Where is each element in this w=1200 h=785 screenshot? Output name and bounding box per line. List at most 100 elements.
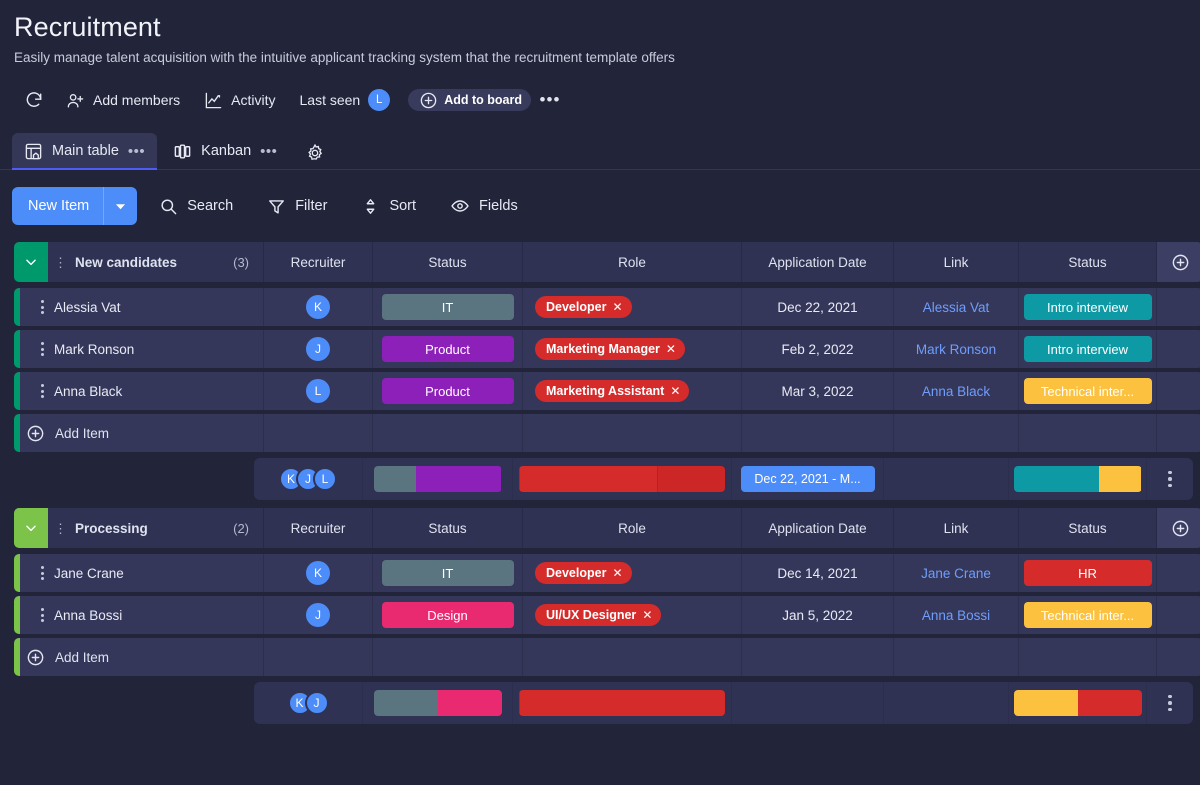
cell-application-date[interactable]: Dec 22, 2021 xyxy=(742,288,894,326)
cell-item-name[interactable]: Jane Crane xyxy=(20,554,264,592)
cell-status-2[interactable]: Technical inter... xyxy=(1019,372,1157,410)
cell-link[interactable]: Alessia Vat xyxy=(894,288,1019,326)
cell-link[interactable]: Mark Ronson xyxy=(894,330,1019,368)
remove-tag-icon[interactable]: ✕ xyxy=(670,384,680,398)
last-seen-avatar[interactable]: L xyxy=(368,89,390,111)
status-chip[interactable]: Product xyxy=(382,378,514,404)
remove-tag-icon[interactable]: ✕ xyxy=(666,342,676,356)
cell-link[interactable]: Anna Black xyxy=(894,372,1019,410)
status-chip[interactable]: Product xyxy=(382,336,514,362)
column-header-application-date[interactable]: Application Date xyxy=(742,508,894,548)
summary-role-bar[interactable] xyxy=(513,682,732,724)
filter-button[interactable]: Filter xyxy=(255,188,339,224)
group-title-cell[interactable]: ⋮Processing(2) xyxy=(48,508,264,548)
search-button[interactable]: Search xyxy=(147,188,245,224)
add-to-board-button[interactable]: Add to board xyxy=(408,89,531,111)
row-menu-button[interactable] xyxy=(34,608,50,622)
cell-application-date[interactable]: Feb 2, 2022 xyxy=(742,330,894,368)
cell-link[interactable]: Jane Crane xyxy=(894,554,1019,592)
avatar[interactable]: K xyxy=(306,561,330,585)
group-collapse-toggle[interactable] xyxy=(14,508,48,548)
cell-status[interactable]: IT xyxy=(373,288,523,326)
summary-status-bar[interactable] xyxy=(363,458,513,500)
item-link[interactable]: Alessia Vat xyxy=(923,300,990,315)
summary-menu-button[interactable] xyxy=(1147,458,1193,500)
status2-chip[interactable]: Technical inter... xyxy=(1024,602,1152,628)
cell-role[interactable]: Marketing Manager✕ xyxy=(523,330,742,368)
cell-status[interactable]: Product xyxy=(373,330,523,368)
status-chip[interactable]: IT xyxy=(382,294,514,320)
cell-status[interactable]: IT xyxy=(373,554,523,592)
avatar[interactable]: J xyxy=(306,337,330,361)
status2-chip[interactable]: Intro interview xyxy=(1024,294,1152,320)
summary-role-bar[interactable] xyxy=(513,458,732,500)
role-tag[interactable]: Developer✕ xyxy=(535,562,632,584)
cell-status-2[interactable]: Intro interview xyxy=(1019,330,1157,368)
cell-recruiter[interactable]: J xyxy=(264,596,373,634)
remove-tag-icon[interactable]: ✕ xyxy=(612,300,622,314)
role-tag[interactable]: Marketing Assistant✕ xyxy=(535,380,689,402)
status2-chip[interactable]: HR xyxy=(1024,560,1152,586)
board-more-button[interactable]: ••• xyxy=(535,85,565,115)
column-header-recruiter[interactable]: Recruiter xyxy=(264,242,373,282)
item-link[interactable]: Anna Bossi xyxy=(922,608,990,623)
summary-menu-button[interactable] xyxy=(1147,682,1193,724)
add-column-button[interactable] xyxy=(1157,242,1200,282)
date-range-chip[interactable]: Dec 22, 2021 - M... xyxy=(741,466,875,492)
column-header-recruiter[interactable]: Recruiter xyxy=(264,508,373,548)
row-menu-button[interactable] xyxy=(34,300,50,314)
tab-kanban-more[interactable]: ••• xyxy=(260,143,277,160)
cell-item-name[interactable]: Anna Black xyxy=(20,372,264,410)
row-menu-button[interactable] xyxy=(34,342,50,356)
cell-recruiter[interactable]: L xyxy=(264,372,373,410)
cell-item-name[interactable]: Mark Ronson xyxy=(20,330,264,368)
summary-date-range[interactable]: Dec 22, 2021 - M... xyxy=(732,458,884,500)
column-header-role[interactable]: Role xyxy=(523,508,742,548)
cell-recruiter[interactable]: K xyxy=(264,288,373,326)
column-header-link[interactable]: Link xyxy=(894,242,1019,282)
role-tag[interactable]: Marketing Manager✕ xyxy=(535,338,685,360)
status-chip[interactable]: Design xyxy=(382,602,514,628)
cell-application-date[interactable]: Mar 3, 2022 xyxy=(742,372,894,410)
refresh-button[interactable] xyxy=(14,83,54,117)
cell-application-date[interactable]: Jan 5, 2022 xyxy=(742,596,894,634)
cell-status[interactable]: Product xyxy=(373,372,523,410)
column-header-role[interactable]: Role xyxy=(523,242,742,282)
cell-recruiter[interactable]: K xyxy=(264,554,373,592)
cell-item-name[interactable]: Alessia Vat xyxy=(20,288,264,326)
status2-chip[interactable]: Intro interview xyxy=(1024,336,1152,362)
column-header-link[interactable]: Link xyxy=(894,508,1019,548)
cell-role[interactable]: Marketing Assistant✕ xyxy=(523,372,742,410)
add-column-button[interactable] xyxy=(1157,508,1200,548)
avatar[interactable]: J xyxy=(306,603,330,627)
role-tag[interactable]: UI/UX Designer✕ xyxy=(535,604,661,626)
summary-recruiters[interactable]: KJL xyxy=(254,458,363,500)
cell-item-name[interactable]: Anna Bossi xyxy=(20,596,264,634)
status-chip[interactable]: IT xyxy=(382,560,514,586)
column-header-status[interactable]: Status xyxy=(373,508,523,548)
new-item-button[interactable]: New Item xyxy=(12,187,137,225)
column-header-status[interactable]: Status xyxy=(1019,508,1157,548)
avatar[interactable]: L xyxy=(306,379,330,403)
cell-status-2[interactable]: Technical inter... xyxy=(1019,596,1157,634)
cell-role[interactable]: UI/UX Designer✕ xyxy=(523,596,742,634)
cell-status[interactable]: Design xyxy=(373,596,523,634)
item-link[interactable]: Jane Crane xyxy=(921,566,991,581)
column-header-status[interactable]: Status xyxy=(373,242,523,282)
cell-application-date[interactable]: Dec 14, 2021 xyxy=(742,554,894,592)
item-link[interactable]: Anna Black xyxy=(922,384,990,399)
column-header-application-date[interactable]: Application Date xyxy=(742,242,894,282)
sort-button[interactable]: Sort xyxy=(349,188,428,224)
tab-main-table-more[interactable]: ••• xyxy=(128,143,145,160)
row-menu-button[interactable] xyxy=(34,384,50,398)
chevron-down-icon[interactable] xyxy=(104,201,137,212)
summary-status-bar[interactable] xyxy=(363,682,513,724)
avatar[interactable]: L xyxy=(313,467,337,491)
cell-status-2[interactable]: HR xyxy=(1019,554,1157,592)
summary-status2-bar[interactable] xyxy=(1009,458,1147,500)
group-drag-handle[interactable]: ⋮ xyxy=(54,258,67,267)
last-seen-button[interactable]: Last seen L xyxy=(288,83,403,117)
summary-recruiters[interactable]: KJ xyxy=(254,682,363,724)
add-item-row[interactable]: Add Item xyxy=(0,638,1200,676)
view-settings-button[interactable] xyxy=(299,137,331,169)
